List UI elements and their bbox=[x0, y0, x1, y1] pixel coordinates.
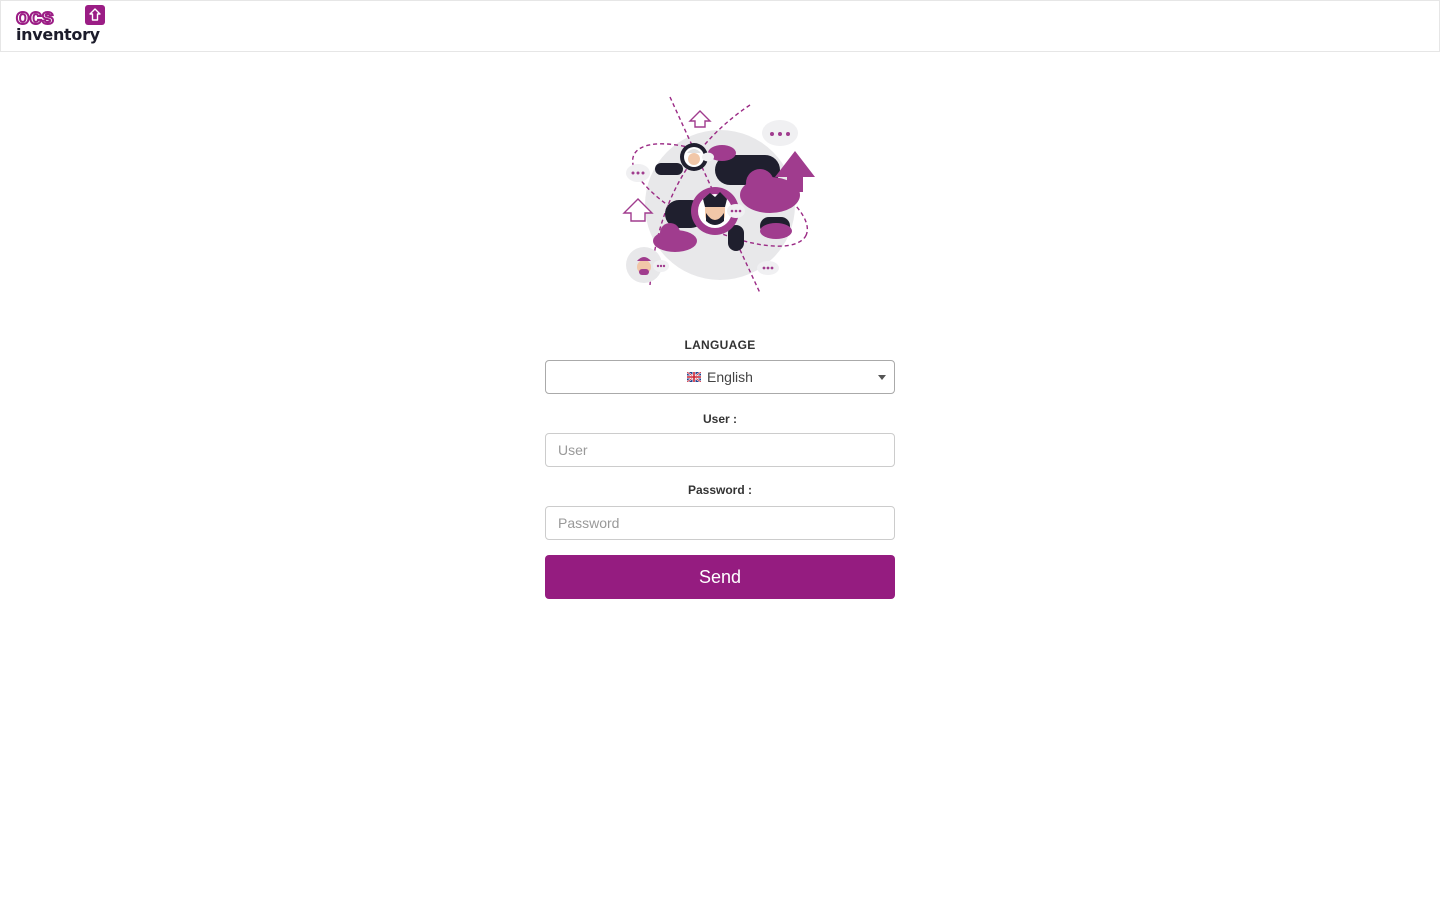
send-button[interactable]: Send bbox=[545, 555, 895, 599]
community-illustration bbox=[620, 95, 820, 297]
password-label: Password : bbox=[687, 483, 753, 497]
language-selected-label: English bbox=[707, 369, 753, 385]
user-label: User : bbox=[702, 412, 737, 426]
logo-inventory-text: inventory bbox=[16, 25, 100, 44]
language-selected-value: English bbox=[546, 361, 874, 393]
language-select[interactable]: English bbox=[545, 360, 895, 394]
uk-flag-icon bbox=[686, 361, 702, 393]
chevron-down-icon bbox=[878, 375, 886, 380]
top-navbar: ocs inventory bbox=[0, 0, 1440, 52]
ocs-inventory-logo[interactable]: ocs inventory bbox=[15, 4, 108, 45]
password-input[interactable] bbox=[545, 506, 895, 540]
user-input[interactable] bbox=[545, 433, 895, 467]
language-label: LANGUAGE bbox=[684, 338, 756, 352]
login-form: LANGUAGE English User : Password : Send bbox=[545, 336, 895, 599]
logo-upload-badge-icon bbox=[85, 5, 105, 25]
